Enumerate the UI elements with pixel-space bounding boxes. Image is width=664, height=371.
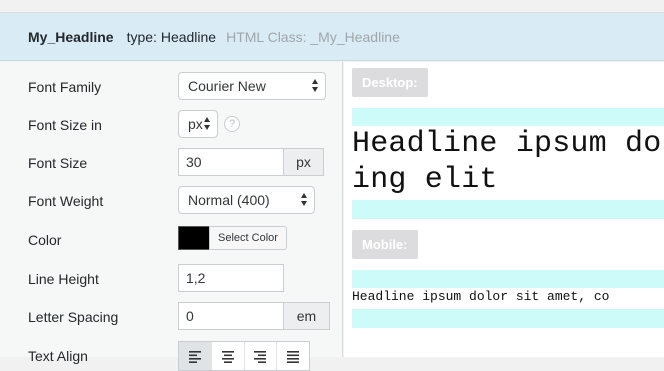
letter-spacing-row: Letter Spacing 0 em xyxy=(0,302,343,332)
font-size-row: Font Size 30 px xyxy=(0,148,343,178)
settings-panel: Font Family Courier New Font Size in px … xyxy=(0,62,343,371)
font-size-unit-select[interactable]: px xyxy=(178,110,218,138)
desktop-band-bottom xyxy=(352,200,664,219)
style-type: type: Headline xyxy=(126,28,217,45)
select-arrows-icon xyxy=(301,192,308,208)
line-height-row: Line Height 1,2 xyxy=(0,264,343,294)
text-align-row: Text Align xyxy=(0,341,343,371)
select-arrows-icon xyxy=(204,116,211,132)
align-justify-button[interactable] xyxy=(277,342,309,370)
font-size-unit-addon: px xyxy=(284,148,324,176)
font-weight-row: Font Weight Normal (400) xyxy=(0,186,343,216)
desktop-preview-label: Desktop: xyxy=(352,68,428,97)
mobile-band-bottom xyxy=(352,309,664,328)
line-height-input[interactable]: 1,2 xyxy=(178,264,284,292)
font-weight-value: Normal (400) xyxy=(188,192,270,208)
font-size-in-row: Font Size in px ? xyxy=(0,110,343,140)
right-align-icon xyxy=(254,351,267,363)
align-left-button[interactable] xyxy=(179,342,212,370)
mobile-preview-label: Mobile: xyxy=(352,230,418,259)
help-icon[interactable]: ? xyxy=(224,116,240,132)
letter-spacing-input[interactable]: 0 xyxy=(178,302,284,330)
font-size-label: Font Size xyxy=(28,155,88,171)
align-right-button[interactable] xyxy=(245,342,278,370)
preview-panel: Desktop: Headline ipsum dol ing elit Mob… xyxy=(344,62,664,357)
desktop-preview-line2: ing elit xyxy=(352,163,498,197)
desktop-band-top xyxy=(352,108,664,126)
color-label: Color xyxy=(28,232,62,248)
select-color-button[interactable]: Select Color xyxy=(209,226,287,250)
font-family-row: Font Family Courier New xyxy=(0,72,343,102)
desktop-preview-line1: Headline ipsum dol xyxy=(352,127,664,161)
font-size-input[interactable]: 30 xyxy=(178,148,284,176)
select-arrows-icon xyxy=(312,78,319,94)
font-family-value: Courier New xyxy=(188,78,266,94)
mobile-preview-text: Headline ipsum dolor sit amet, co xyxy=(352,289,610,304)
font-size-unit-value: px xyxy=(188,116,203,132)
html-class: HTML Class: _My_Headline xyxy=(226,28,400,45)
font-weight-select[interactable]: Normal (400) xyxy=(178,186,315,214)
center-align-icon xyxy=(221,351,234,363)
style-name: My_Headline xyxy=(28,28,114,45)
justify-align-icon xyxy=(287,351,300,363)
font-size-in-label: Font Size in xyxy=(28,117,102,133)
top-strip xyxy=(0,0,664,13)
letter-spacing-unit-addon: em xyxy=(284,302,330,330)
align-center-button[interactable] xyxy=(212,342,245,370)
desktop-preview-text: Headline ipsum dol ing elit xyxy=(352,126,664,198)
color-row: Color Select Color xyxy=(0,225,343,255)
text-align-group xyxy=(178,341,310,371)
color-swatch[interactable] xyxy=(178,226,210,250)
text-align-label: Text Align xyxy=(28,348,88,364)
style-header: My_Headline type: Headline HTML Class: _… xyxy=(0,13,664,61)
font-weight-label: Font Weight xyxy=(28,193,104,209)
font-family-select[interactable]: Courier New xyxy=(178,72,326,100)
font-family-label: Font Family xyxy=(28,79,102,95)
mobile-band-top xyxy=(352,270,664,288)
letter-spacing-label: Letter Spacing xyxy=(28,309,119,325)
line-height-label: Line Height xyxy=(28,271,99,287)
left-align-icon xyxy=(188,351,201,363)
